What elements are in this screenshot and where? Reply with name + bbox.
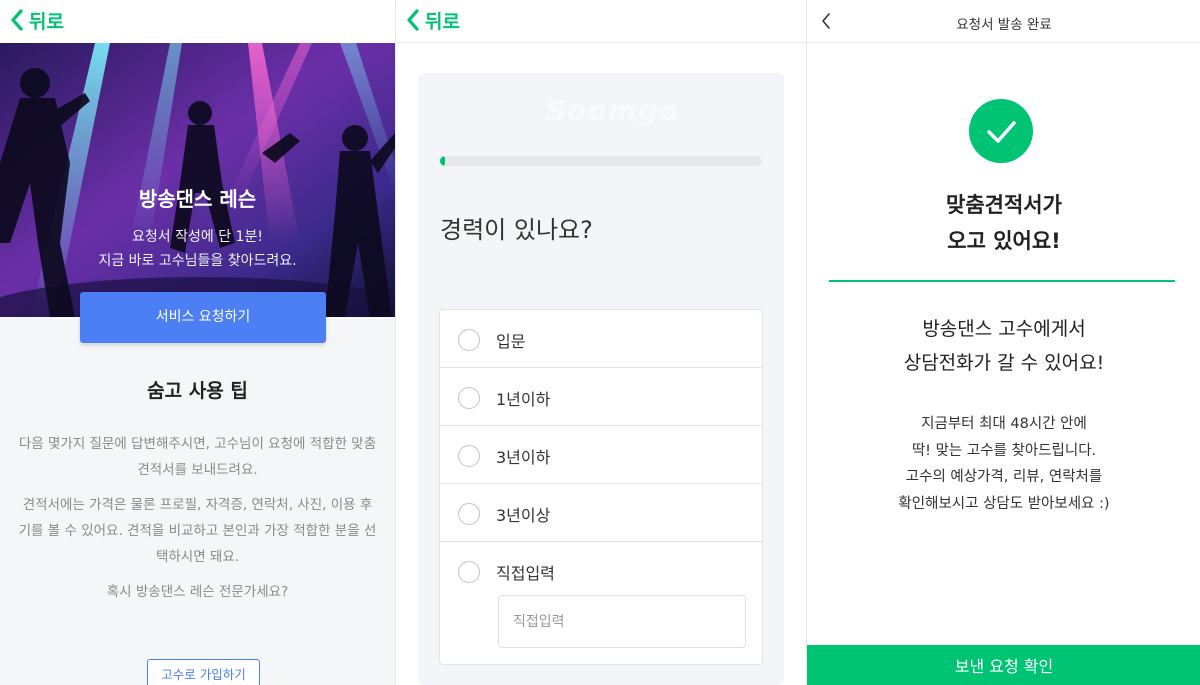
option-direct-input[interactable]: 직접입력 — [440, 542, 762, 600]
progress-fill — [440, 156, 445, 166]
direct-input-field[interactable] — [498, 595, 746, 648]
progress-bar — [440, 156, 762, 166]
expert-signup-button[interactable]: 고수로 가입하기 — [147, 659, 260, 685]
heading-line-1: 맞춤견적서가 — [946, 193, 1062, 217]
hero-background-image — [0, 43, 395, 317]
option-label: 3년이하 — [496, 448, 551, 467]
tip-paragraph-2: 견적서에는 가격은 물론 프로필, 자격증, 연락처, 사진, 이용 후기를 볼… — [18, 497, 377, 565]
check-icon — [987, 121, 1016, 143]
info-line-2: 딱! 맞는 고수를 찾아드립니다. — [911, 443, 1097, 459]
option-under-1-year[interactable]: 1년이하 — [440, 368, 762, 426]
expert-question: 혹시 방송댄스 레슨 전문가세요? — [106, 584, 289, 600]
radio-unchecked-icon[interactable] — [458, 503, 480, 525]
top-bar: 요청서 발송 완료 — [807, 0, 1200, 43]
info-line-1: 지금부터 최대 48시간 안에 — [921, 416, 1087, 432]
divider — [829, 280, 1175, 282]
option-entry[interactable]: 입문 — [440, 310, 762, 368]
page-title: 요청서 발송 완료 — [956, 17, 1052, 33]
header-divider — [396, 42, 806, 43]
radio-unchecked-icon[interactable] — [458, 445, 480, 467]
radio-unchecked-icon[interactable] — [458, 561, 480, 583]
service-request-button[interactable]: 서비스 요청하기 — [80, 292, 326, 343]
question-title: 경력이 있나요? — [440, 216, 593, 244]
chevron-left-icon[interactable] — [10, 9, 24, 31]
hero-title: 방송댄스 레슨 — [138, 187, 257, 211]
top-bar: 뒤로 — [0, 0, 395, 43]
top-bar: 뒤로 — [396, 0, 806, 43]
back-link[interactable]: 뒤로 — [29, 7, 64, 34]
radio-unchecked-icon[interactable] — [458, 329, 480, 351]
info-line-3: 고수의 예상가격, 리뷰, 연락처를 — [905, 469, 1103, 485]
hero-banner: 방송댄스 레슨 요청서 작성에 단 1분! 지금 바로 고수님들을 찾아드려요. — [0, 43, 395, 317]
option-over-3-years[interactable]: 3년이상 — [440, 484, 762, 542]
option-label: 1년이하 — [496, 390, 551, 409]
back-link[interactable]: 뒤로 — [425, 7, 460, 34]
success-badge — [969, 99, 1033, 163]
option-label: 3년이상 — [496, 506, 551, 525]
info-line-4: 확인해보시고 상담도 받아보세요 :) — [898, 496, 1110, 512]
answer-options: 입문 1년이하 3년이하 3년이상 직접입력 — [439, 309, 763, 665]
radio-unchecked-icon[interactable] — [458, 387, 480, 409]
option-under-3-years[interactable]: 3년이하 — [440, 426, 762, 484]
sub-message-line-2: 상담전화가 갈 수 있어요! — [903, 352, 1105, 374]
tip-paragraph-1: 다음 몇가지 질문에 답변해주시면, 고수님이 요청에 적합한 맞춤 견적서를 … — [18, 436, 377, 478]
question-panel: 뒤로 Soomgo 경력이 있나요? 입문 1년이하 3년이하 3년이상 직접입… — [395, 0, 806, 685]
sub-message-line-1: 방송댄스 고수에게서 — [922, 318, 1086, 340]
service-intro-panel: 뒤로 방송댄스 레슨 요청서 작성에 단 1분! 지금 바로 고수님들을 찾아드… — [0, 0, 395, 685]
chevron-left-icon[interactable] — [406, 9, 420, 31]
view-sent-request-button[interactable]: 보낸 요청 확인 — [807, 645, 1200, 685]
request-complete-panel: 요청서 발송 완료 맞춤견적서가 오고 있어요! 방송댄스 고수에게서 상담전화… — [806, 0, 1200, 685]
tips-heading: 숨고 사용 팁 — [147, 380, 248, 402]
option-label: 직접입력 — [496, 564, 555, 583]
heading-line-2: 오고 있어요! — [947, 229, 1061, 253]
hero-subtitle-line2: 지금 바로 고수님들을 찾아드려요. — [98, 253, 297, 269]
brand-watermark: Soomgo — [546, 94, 680, 127]
option-label: 입문 — [496, 332, 526, 351]
hero-subtitle-line1: 요청서 작성에 단 1분! — [132, 229, 263, 245]
